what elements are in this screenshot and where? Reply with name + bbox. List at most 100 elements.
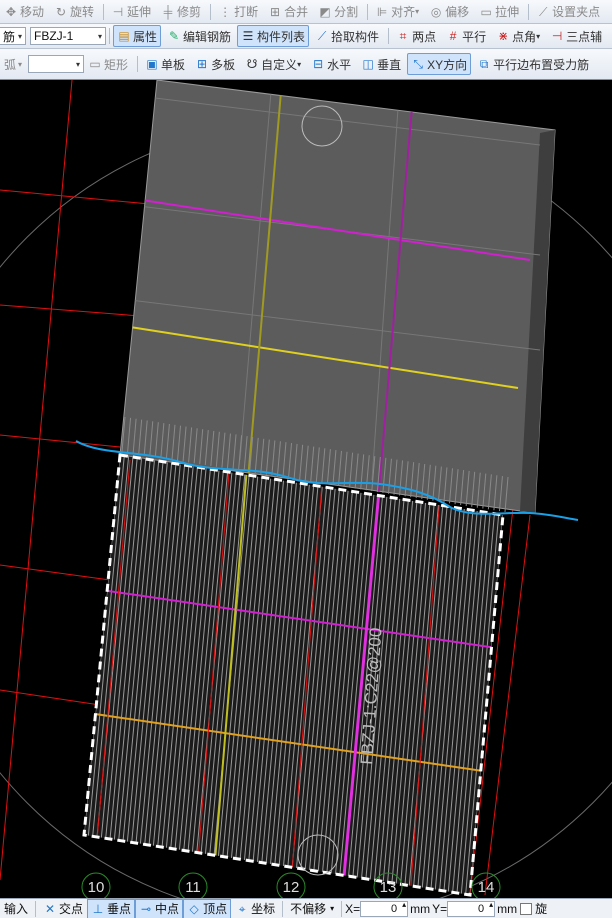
dropdown-arrow-icon: ▾ xyxy=(17,31,22,41)
custom-icon: ☋ xyxy=(246,57,258,71)
axis-line xyxy=(0,564,111,581)
edit-rebar-button[interactable]: ✎ 编辑钢筋 xyxy=(163,25,235,47)
two-points-button[interactable]: ⌗ 两点 xyxy=(392,25,440,47)
two-points-icon: ⌗ xyxy=(399,29,407,43)
pick-component-button[interactable]: ⟋ 拾取构件 xyxy=(311,25,383,47)
snap-perpendicular[interactable]: ⊥ 垂点 xyxy=(87,899,136,918)
toolbar-separator xyxy=(282,900,284,917)
axis-label-11: 11 xyxy=(185,879,201,896)
vertical-button[interactable]: ◫ 垂直 xyxy=(357,53,405,75)
component-toolbar: 筋 ▾ FBZJ-1 ▾ ▤ 属性 ✎ 编辑钢筋 ☰ 构件列表 ⟋ 拾取构件 ⌗ 两点 # 平行… xyxy=(0,24,612,49)
axis-line xyxy=(0,80,73,881)
perpendicular-icon: ⊥ xyxy=(92,901,104,916)
toolbar-separator xyxy=(528,3,530,20)
toolbar-separator xyxy=(137,56,139,72)
midpoint-icon: ⊸ xyxy=(141,901,152,916)
move-button[interactable]: ✥ 移动 xyxy=(0,1,48,23)
y-input[interactable]: 0 xyxy=(447,900,496,917)
merge-button[interactable]: ⊞ 合并 xyxy=(264,1,312,23)
custom-button[interactable]: ☋ 自定义 ▾ xyxy=(241,53,305,75)
properties-icon: ▤ xyxy=(118,29,130,43)
component-select[interactable]: FBZJ-1 ▾ xyxy=(30,27,106,45)
snap-intersection[interactable]: ✕ 交点 xyxy=(39,899,87,918)
offset-mode-select[interactable]: 不偏移 ▾ xyxy=(286,899,338,918)
axis-label-12: 12 xyxy=(283,879,300,896)
split-icon: ◩ xyxy=(319,4,331,19)
x-unit: mm xyxy=(410,901,431,916)
rotate-checkbox[interactable] xyxy=(520,902,533,915)
break-button[interactable]: ⋮ 打断 xyxy=(214,1,262,23)
component-list-button[interactable]: ☰ 构件列表 xyxy=(237,25,310,47)
x-input[interactable]: 0 xyxy=(360,900,409,917)
toolbar-separator xyxy=(210,3,212,20)
trim-button[interactable]: ╪ 修剪 xyxy=(157,1,205,23)
arc-button[interactable]: 弧 ▾ xyxy=(0,53,26,75)
axis-line xyxy=(0,689,101,706)
three-point-button[interactable]: ⊣ 三点辅 xyxy=(546,25,606,47)
split-button[interactable]: ◩ 分割 xyxy=(314,1,362,23)
xy-direction-icon: ⤡ xyxy=(413,57,423,71)
category-select[interactable]: 筋 ▾ xyxy=(0,27,26,45)
horizontal-button[interactable]: ⊟ 水平 xyxy=(307,53,355,75)
move-icon: ✥ xyxy=(5,4,17,19)
parallel-edge-icon: ⧉ xyxy=(479,57,489,71)
x-label: X= xyxy=(345,901,361,916)
dropdown-arrow-icon: ▾ xyxy=(297,59,302,69)
point-angle-button[interactable]: ⋇ 点角 ▾ xyxy=(492,25,544,47)
snap-status-bar: 输入 ✕交点 ⊥垂点 ⊸中点 ◇顶点 ⌖坐标 不偏移▾ X= 0 mm Y= 0… xyxy=(0,898,612,918)
three-point-icon: ⊣ xyxy=(551,29,563,43)
dropdown-arrow-icon: ▾ xyxy=(97,31,102,41)
single-slab-button[interactable]: ▣ 单板 xyxy=(141,53,189,75)
break-icon: ⋮ xyxy=(219,4,232,19)
axis-line xyxy=(0,434,121,448)
snap-vertex[interactable]: ◇ 顶点 xyxy=(183,899,232,918)
draw-toolbar: 弧 ▾ ▾ ▭ 矩形 ▣ 单板 ⊞ 多板 ☋ 自定义 ▾ ⊟ 水平 ◫ 垂直 ⤡ XY方向 ⧉ 平行… xyxy=(0,49,612,80)
toolbar-separator xyxy=(35,900,37,917)
parallel-edge-button[interactable]: ⧉ 平行边布置受力筋 xyxy=(473,53,593,75)
y-unit: mm xyxy=(497,901,518,916)
set-grip-button[interactable]: ⟋ 设置夹点 xyxy=(532,1,604,23)
properties-button[interactable]: ▤ 属性 xyxy=(113,25,162,47)
axis-label-14: 14 xyxy=(478,879,495,896)
point-angle-icon: ⋇ xyxy=(498,29,509,43)
parallel-button[interactable]: # 平行 xyxy=(442,25,490,47)
edit-toolbar: ✥ 移动 ↻ 旋转 ⊣ 延伸 ╪ 修剪 ⋮ 打断 ⊞ 合并 ◩ 分割 ⊫ 对齐 ▾ ◎ 偏移 ▭ 拉伸… xyxy=(0,0,612,24)
axis-label-10: 10 xyxy=(88,879,105,896)
intersection-icon: ✕ xyxy=(44,901,56,916)
coordinate-icon: ⌖ xyxy=(238,901,246,916)
xy-direction-button[interactable]: ⤡ XY方向 xyxy=(407,53,472,75)
rectangle-button[interactable]: ▭ 矩形 xyxy=(84,53,132,75)
draw-mode-select[interactable]: ▾ xyxy=(28,55,85,73)
dropdown-arrow-icon: ▾ xyxy=(415,7,420,16)
multi-slab-button[interactable]: ⊞ 多板 xyxy=(191,53,239,75)
trim-icon: ╪ xyxy=(163,4,173,19)
single-slab-icon: ▣ xyxy=(146,57,158,71)
rotate-partial: 旋 xyxy=(535,902,548,916)
input-partial: 输入 xyxy=(4,902,29,916)
extend-icon: ⊣ xyxy=(112,4,124,19)
y-label: Y= xyxy=(432,901,448,916)
stretch-icon: ▭ xyxy=(480,4,492,19)
grip-icon: ⟋ xyxy=(538,4,548,19)
lower-slab[interactable] xyxy=(0,455,612,898)
offset-button[interactable]: ◎ 偏移 xyxy=(425,1,473,23)
rectangle-icon: ▭ xyxy=(89,57,101,71)
snap-coordinate[interactable]: ⌖ 坐标 xyxy=(231,899,279,918)
dropdown-arrow-icon: ▾ xyxy=(76,59,81,69)
vertex-icon: ◇ xyxy=(189,901,199,916)
snap-midpoint[interactable]: ⊸ 中点 xyxy=(135,899,184,918)
rotate-icon: ↻ xyxy=(55,4,67,19)
rotate-button[interactable]: ↻ 旋转 xyxy=(50,1,98,23)
merge-icon: ⊞ xyxy=(270,4,281,19)
extend-button[interactable]: ⊣ 延伸 xyxy=(107,1,155,23)
drawing-canvas[interactable]: FBZJ-1:C22@200 10 11 12 13 14 xyxy=(0,80,612,898)
axis-label-13: 13 xyxy=(380,879,397,896)
toolbar-separator xyxy=(388,28,390,44)
parallel-icon: # xyxy=(449,29,457,43)
offset-icon: ◎ xyxy=(430,4,442,19)
toolbar-separator xyxy=(367,3,369,20)
stretch-button[interactable]: ▭ 拉伸 xyxy=(475,1,523,23)
upper-slab[interactable] xyxy=(119,80,556,514)
dropdown-arrow-icon: ▾ xyxy=(536,31,541,41)
align-button[interactable]: ⊫ 对齐 ▾ xyxy=(371,1,423,23)
